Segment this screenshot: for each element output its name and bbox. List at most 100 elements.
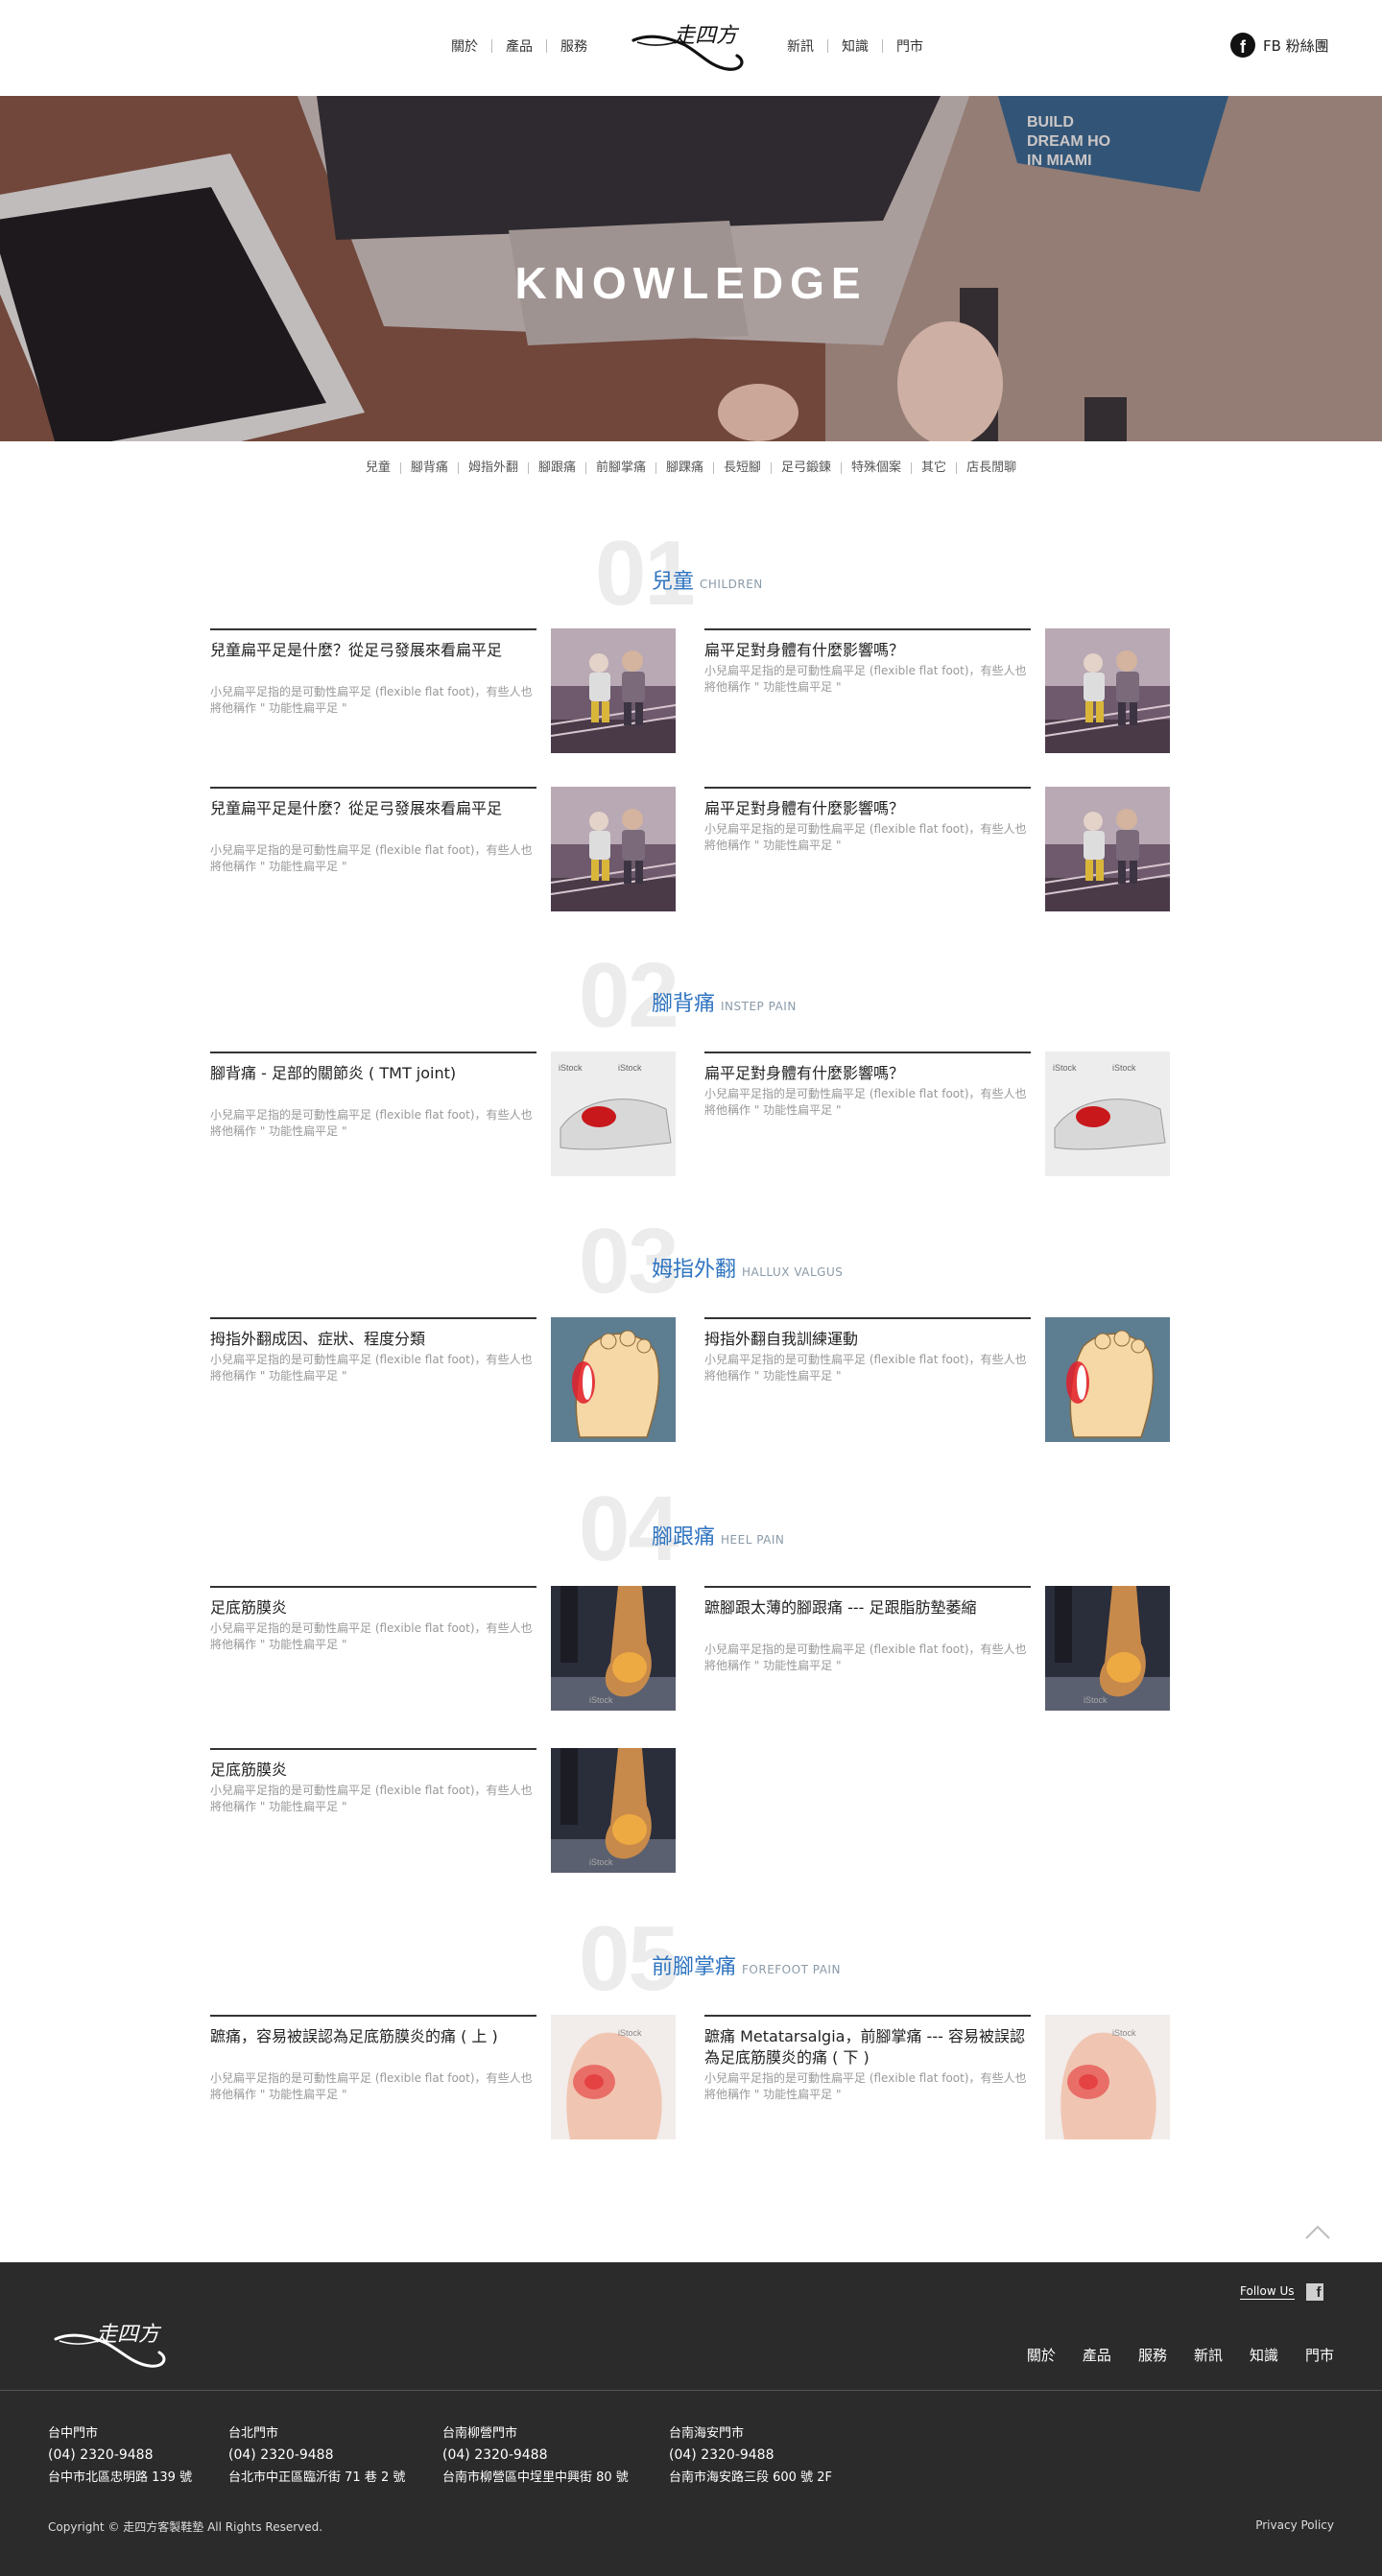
footer-nav-news[interactable]: 新訊: [1194, 2345, 1223, 2365]
article-card[interactable]: 拇指外翻自我訓練運動 小兒扁平足指的是可動性扁平足 (flexible flat …: [704, 1317, 1184, 1442]
article-thumbnail[interactable]: iStock: [1045, 1586, 1170, 1711]
category-divider: [457, 461, 459, 474]
nav-divider: [491, 39, 492, 53]
article-card[interactable]: 兒童扁平足是什麼？從足弓發展來看扁平足 小兒扁平足指的是可動性扁平足 (flexi…: [210, 787, 690, 911]
follow-us-link[interactable]: Follow Us f: [1240, 2283, 1323, 2301]
section-header: 05 前腳掌痛 FOREFOOT PAIN: [0, 1913, 1382, 2009]
article-title[interactable]: 蹠痛，容易被誤認為足底筋膜炎的痛 ( 上 ): [210, 2026, 536, 2047]
section-header: 01 兒童 CHILDREN: [0, 528, 1382, 624]
article-thumbnail[interactable]: iStock: [551, 2015, 676, 2139]
svg-text:iStock: iStock: [1053, 1063, 1077, 1073]
section-title-zh: 腳背痛: [652, 992, 716, 1016]
store-address: 台北市中正區臨沂街 71 巷 2 號: [228, 2470, 406, 2485]
section-title-zh: 姆指外翻: [652, 1258, 737, 1282]
article-title[interactable]: 扁平足對身體有什麼影響嗎？: [704, 798, 1031, 819]
article-card[interactable]: 腳背痛 - 足部的關節炎 ( TMT joint) 小兒扁平足指的是可動性扁平足 …: [210, 1052, 690, 1176]
category-divider: [527, 461, 529, 474]
article-title[interactable]: 兒童扁平足是什麼？從足弓發展來看扁平足: [210, 798, 536, 819]
article-title[interactable]: 扁平足對身體有什麼影響嗎？: [704, 640, 1031, 661]
article-title[interactable]: 蹠痛 Metatarsalgia，前腳掌痛 --- 容易被誤認為足底筋膜炎的痛 …: [704, 2026, 1031, 2068]
article-card[interactable]: 扁平足對身體有什麼影響嗎？ 小兒扁平足指的是可動性扁平足 (flexible fl…: [704, 1052, 1184, 1176]
nav-news-link[interactable]: 新訊: [787, 36, 814, 56]
card-divider: [210, 1748, 536, 1750]
category-item[interactable]: 店長閒聊: [966, 461, 1016, 475]
category-item[interactable]: 長短腳: [724, 461, 761, 475]
footer-nav-products[interactable]: 產品: [1083, 2345, 1111, 2365]
article-card[interactable]: 蹠痛，容易被誤認為足底筋膜炎的痛 ( 上 ) 小兒扁平足指的是可動性扁平足 (fl…: [210, 2015, 690, 2139]
card-divider: [704, 787, 1031, 789]
article-excerpt: 小兒扁平足指的是可動性扁平足 (flexible flat foot)，有些人也…: [210, 1784, 533, 1813]
footer-nav-about[interactable]: 關於: [1027, 2345, 1056, 2365]
nav-knowledge-link[interactable]: 知識: [842, 36, 869, 56]
store-address: 台南市海安路三段 600 號 2F: [669, 2470, 832, 2485]
article-title[interactable]: 足底筋膜炎: [210, 1597, 536, 1619]
section-header: 02 腳背痛 INSTEP PAIN: [0, 950, 1382, 1046]
category-item[interactable]: 特殊個案: [851, 461, 901, 475]
article-thumbnail[interactable]: iStock: [551, 1586, 676, 1711]
privacy-policy-link[interactable]: Privacy Policy: [1255, 2518, 1334, 2532]
article-card[interactable]: 足底筋膜炎 小兒扁平足指的是可動性扁平足 (flexible flat foot)…: [210, 1586, 690, 1711]
nav-services-link[interactable]: 服務: [560, 36, 587, 56]
category-item[interactable]: 其它: [921, 461, 946, 475]
svg-text:iStock: iStock: [589, 1857, 613, 1867]
facebook-icon: f: [1230, 33, 1255, 58]
store-phone[interactable]: (04) 2320-9488: [442, 2445, 629, 2467]
category-item[interactable]: 腳跟痛: [538, 461, 576, 475]
category-item[interactable]: 前腳掌痛: [596, 461, 646, 475]
store-address: 台南市柳營區中埕里中興街 80 號: [442, 2470, 629, 2485]
nav-stores-link[interactable]: 門市: [896, 36, 923, 56]
article-card[interactable]: 拇指外翻成因、症狀、程度分類 小兒扁平足指的是可動性扁平足 (flexible f…: [210, 1317, 690, 1442]
brand-logo[interactable]: 走四方: [624, 13, 749, 75]
article-title[interactable]: 扁平足對身體有什麼影響嗎？: [704, 1063, 1031, 1084]
article-thumbnail[interactable]: iStock iStock: [1045, 1052, 1170, 1176]
store-phone[interactable]: (04) 2320-9488: [228, 2445, 405, 2467]
section-title: 腳跟痛 HEEL PAIN: [652, 1520, 784, 1550]
footer-logo[interactable]: 走四方: [48, 2310, 173, 2372]
site-footer: 走四方 Follow Us f 關於 產品 服務 新訊 知識 門市 台中門市 (…: [0, 2262, 1382, 2576]
article-card[interactable]: 足底筋膜炎小兒扁平足指的是可動性扁平足 (flexible flat foot)…: [210, 1748, 690, 1873]
footer-nav-services[interactable]: 服務: [1138, 2345, 1167, 2365]
article-title[interactable]: 拇指外翻自我訓練運動: [704, 1329, 1031, 1350]
facebook-icon: f: [1305, 2283, 1323, 2301]
article-card[interactable]: 扁平足對身體有什麼影響嗎？ 小兒扁平足指的是可動性扁平足 (flexible fl…: [704, 628, 1184, 753]
nav-products-link[interactable]: 產品: [506, 36, 533, 56]
article-title[interactable]: 足底筋膜炎: [210, 1760, 536, 1781]
article-card[interactable]: 扁平足對身體有什麼影響嗎？ 小兒扁平足指的是可動性扁平足 (flexible fl…: [704, 787, 1184, 911]
article-title[interactable]: 蹠腳跟太薄的腳跟痛 --- 足跟脂肪墊萎縮: [704, 1597, 1031, 1619]
category-divider: [655, 461, 656, 474]
nav-left: 關於 產品 服務: [451, 36, 587, 56]
category-item[interactable]: 姆指外翻: [468, 461, 518, 475]
back-to-top-icon[interactable]: [1303, 2222, 1332, 2243]
article-card[interactable]: 蹠痛 Metatarsalgia，前腳掌痛 --- 容易被誤認為足底筋膜炎的痛 …: [704, 2015, 1184, 2139]
category-item[interactable]: 足弓鍛鍊: [781, 461, 831, 475]
nav-about-link[interactable]: 關於: [451, 36, 478, 56]
article-thumbnail[interactable]: [551, 628, 676, 753]
article-thumbnail[interactable]: [551, 1317, 676, 1442]
category-item[interactable]: 腳背痛: [411, 461, 448, 475]
store-name: 台南海安門市: [669, 2426, 745, 2441]
article-thumbnail[interactable]: [551, 787, 676, 911]
fb-fanpage-label: FB 粉絲團: [1263, 36, 1329, 55]
store-taichung: 台中門市 (04) 2320-9488 台中市北區忠明路 139 號: [48, 2422, 192, 2489]
footer-nav-knowledge[interactable]: 知識: [1250, 2345, 1278, 2365]
category-item[interactable]: 兒童: [366, 461, 391, 475]
article-excerpt: 小兒扁平足指的是可動性扁平足 (flexible flat foot)，有些人也…: [210, 1621, 533, 1651]
article-thumbnail[interactable]: [1045, 787, 1170, 911]
article-thumbnail[interactable]: [1045, 628, 1170, 753]
article-excerpt: 小兒扁平足指的是可動性扁平足 (flexible flat foot)，有些人也…: [704, 1087, 1027, 1117]
article-thumbnail[interactable]: iStock: [551, 1748, 676, 1873]
article-thumbnail[interactable]: [1045, 1317, 1170, 1442]
footer-nav-stores[interactable]: 門市: [1305, 2345, 1334, 2365]
article-title[interactable]: 腳背痛 - 足部的關節炎 ( TMT joint): [210, 1063, 536, 1084]
article-thumbnail[interactable]: iStock: [1045, 2015, 1170, 2139]
category-item[interactable]: 腳踝痛: [666, 461, 703, 475]
category-divider: [841, 461, 843, 474]
article-card[interactable]: 蹠腳跟太薄的腳跟痛 --- 足跟脂肪墊萎縮 小兒扁平足指的是可動性扁平足 (fle…: [704, 1586, 1184, 1711]
article-title[interactable]: 拇指外翻成因、症狀、程度分類: [210, 1329, 536, 1350]
store-phone[interactable]: (04) 2320-9488: [669, 2445, 832, 2467]
article-card[interactable]: 兒童扁平足是什麼？從足弓發展來看扁平足 小兒扁平足指的是可動性扁平足 (flexi…: [210, 628, 690, 753]
store-phone[interactable]: (04) 2320-9488: [48, 2445, 192, 2467]
article-title[interactable]: 兒童扁平足是什麼？從足弓發展來看扁平足: [210, 640, 536, 661]
fb-fanpage-link[interactable]: f FB 粉絲團: [1230, 33, 1329, 58]
article-thumbnail[interactable]: iStock iStock: [551, 1052, 676, 1176]
